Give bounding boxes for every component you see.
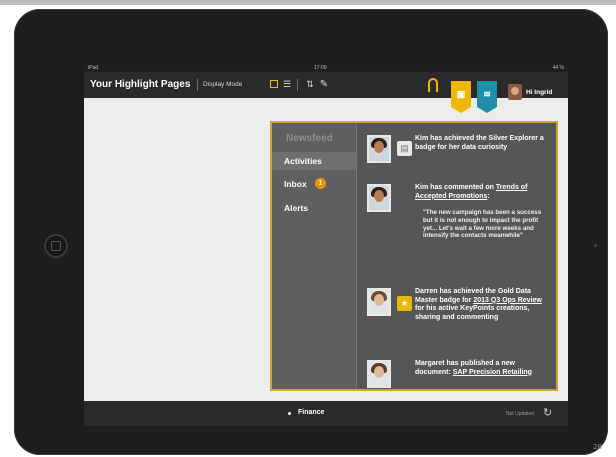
- list-view-icon[interactable]: ☰: [282, 78, 292, 91]
- user-profile-icon[interactable]: [426, 77, 440, 93]
- avatar: [367, 135, 391, 163]
- nav-item-alerts[interactable]: Alerts: [272, 199, 356, 217]
- avatar: [508, 84, 522, 100]
- app-screen: iPad 17:00 44 % Your Highlight Pages Dis…: [84, 63, 568, 426]
- nav-item-inbox[interactable]: Inbox 1: [272, 175, 356, 193]
- toolbar-divider: [297, 79, 298, 91]
- newsfeed-icon: ≋: [483, 89, 491, 99]
- display-mode-label: Display Mode: [203, 81, 243, 88]
- newsfeed-tab[interactable]: ≋: [477, 81, 497, 113]
- tablet-frame: iPad 17:00 44 % Your Highlight Pages Dis…: [14, 9, 608, 455]
- user-name: Hi Ingrid: [526, 88, 553, 96]
- newsfeed-header: Newsfeed: [286, 133, 333, 144]
- badge-icon: ▤: [397, 141, 412, 156]
- avatar: [367, 360, 391, 388]
- update-status: Not Updated: [506, 411, 535, 417]
- newsfeed-nav: Newsfeed Activities Inbox 1 Alerts: [272, 123, 357, 389]
- activity-text: Margaret has published a new document: S…: [415, 360, 532, 376]
- toolbar-divider: [197, 79, 198, 91]
- avatar: [367, 184, 391, 212]
- page-top-strip: [0, 0, 616, 5]
- bookmark-icon: ▣: [456, 89, 466, 99]
- activity-text: Darren has achieved the Gold Data Master…: [415, 288, 542, 321]
- top-toolbar: Your Highlight Pages Display Mode ☰ ⇅ ✎ …: [84, 72, 568, 113]
- avatar: [367, 288, 391, 316]
- edit-pen-icon[interactable]: ✎: [319, 78, 329, 91]
- nav-item-activities[interactable]: Activities: [272, 152, 356, 170]
- page-title: Your Highlight Pages: [90, 79, 191, 90]
- newsfeed-panel: Newsfeed Activities Inbox 1 Alerts ▤ Kim…: [270, 121, 558, 391]
- nav-item-label: Inbox: [284, 179, 307, 189]
- inbox-count-badge: 1: [315, 178, 326, 189]
- status-carrier: iPad: [88, 65, 99, 71]
- camera-dot: [594, 244, 597, 247]
- bottom-bar: Finance Not Updated ↻: [84, 401, 568, 426]
- refresh-icon[interactable]: ↻: [543, 406, 552, 419]
- sort-icon[interactable]: ⇅: [305, 78, 315, 91]
- star-icon: ★: [397, 296, 412, 311]
- document-link[interactable]: SAP Precision Retailing: [453, 369, 532, 376]
- section-tab-finance[interactable]: Finance: [298, 409, 324, 416]
- page-number: 28: [593, 443, 602, 451]
- bookmark-tab[interactable]: ▣: [451, 81, 471, 113]
- nav-item-label: Alerts: [284, 203, 309, 213]
- status-time: 17:00: [314, 65, 327, 71]
- activity-text: Kim has achieved the Silver Explorer a b…: [415, 135, 544, 151]
- activity-feed: ▤ Kim has achieved the Silver Explorer a…: [357, 123, 556, 389]
- nav-item-label: Activities: [284, 156, 322, 166]
- comment-quote: "The new campaign has been a success but…: [423, 209, 542, 240]
- status-battery: 44 %: [552, 65, 564, 71]
- home-button[interactable]: [44, 234, 68, 258]
- status-bar: iPad 17:00 44 %: [84, 63, 568, 72]
- grid-view-icon[interactable]: [269, 78, 279, 91]
- document-link[interactable]: 2013 Q3 Ops Review: [473, 297, 541, 304]
- page-indicator-dot: [288, 412, 291, 415]
- user-menu[interactable]: Hi Ingrid: [508, 84, 552, 100]
- activity-text: Kim has commented on Trends of Accepted …: [415, 184, 528, 200]
